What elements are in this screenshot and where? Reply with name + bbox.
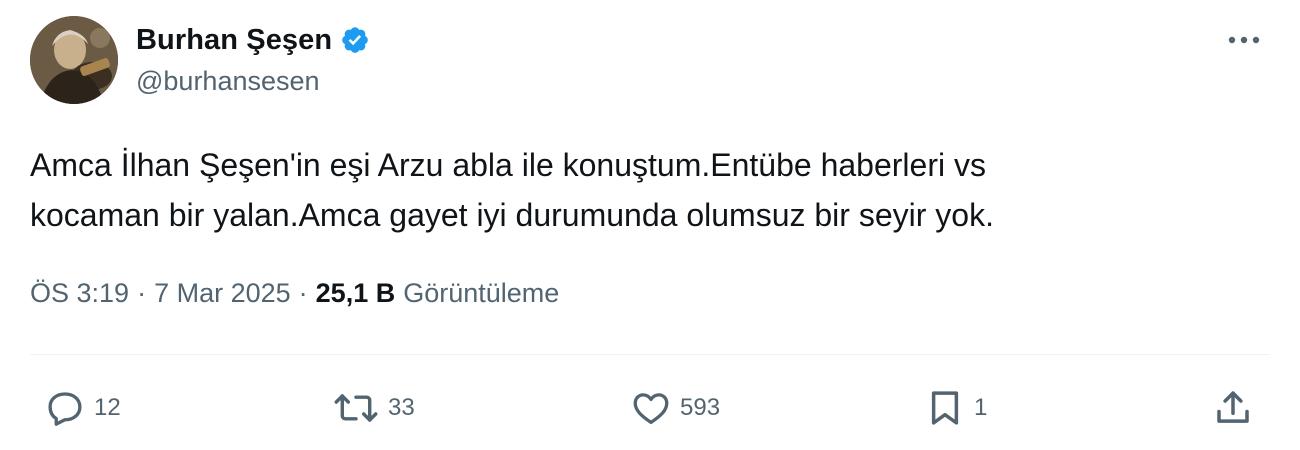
more-options-icon[interactable] <box>1224 22 1264 58</box>
tweet-text-line: kocaman bir yalan.Amca gayet iyi durumun… <box>30 197 994 233</box>
reply-icon <box>44 387 86 429</box>
bookmark-button[interactable]: 1 <box>924 382 987 434</box>
reply-count: 12 <box>94 394 121 421</box>
name-row: Burhan Şeşen <box>136 20 370 60</box>
share-button[interactable] <box>1212 382 1254 434</box>
retweet-button[interactable]: 33 <box>332 382 415 434</box>
verified-badge-icon[interactable] <box>340 25 370 55</box>
divider <box>30 354 1270 355</box>
tweet-text-line: Amca İlhan Şeşen'in eşi Arzu abla ile ko… <box>30 147 986 183</box>
like-count: 593 <box>680 394 721 421</box>
bookmark-icon <box>924 387 966 429</box>
avatar[interactable] <box>30 16 118 104</box>
tweet-meta: ÖS 3:19 · 7 Mar 2025 · 25,1 B Görüntülem… <box>30 278 559 309</box>
tweet-date[interactable]: 7 Mar 2025 <box>154 278 291 309</box>
meta-separator: · <box>137 278 147 308</box>
retweet-count: 33 <box>388 394 415 421</box>
tweet-time[interactable]: ÖS 3:19 <box>30 278 129 309</box>
action-bar: 12 33 593 1 <box>0 382 1300 434</box>
user-handle[interactable]: @burhansesen <box>136 66 320 97</box>
tweet-text: Amca İlhan Şeşen'in eşi Arzu abla ile ko… <box>30 140 1270 240</box>
share-icon <box>1212 387 1254 429</box>
like-button[interactable]: 593 <box>630 382 720 434</box>
meta-separator: · <box>298 278 308 308</box>
display-name[interactable]: Burhan Şeşen <box>136 24 332 57</box>
bookmark-count: 1 <box>974 394 988 421</box>
tweet-card: Burhan Şeşen @burhansesen Amca İlhan Şeş… <box>0 0 1300 450</box>
heart-icon <box>630 387 672 429</box>
retweet-icon <box>332 387 380 429</box>
views-label: Görüntüleme <box>403 278 560 308</box>
reply-button[interactable]: 12 <box>44 382 121 434</box>
views-count: 25,1 B <box>315 278 396 308</box>
